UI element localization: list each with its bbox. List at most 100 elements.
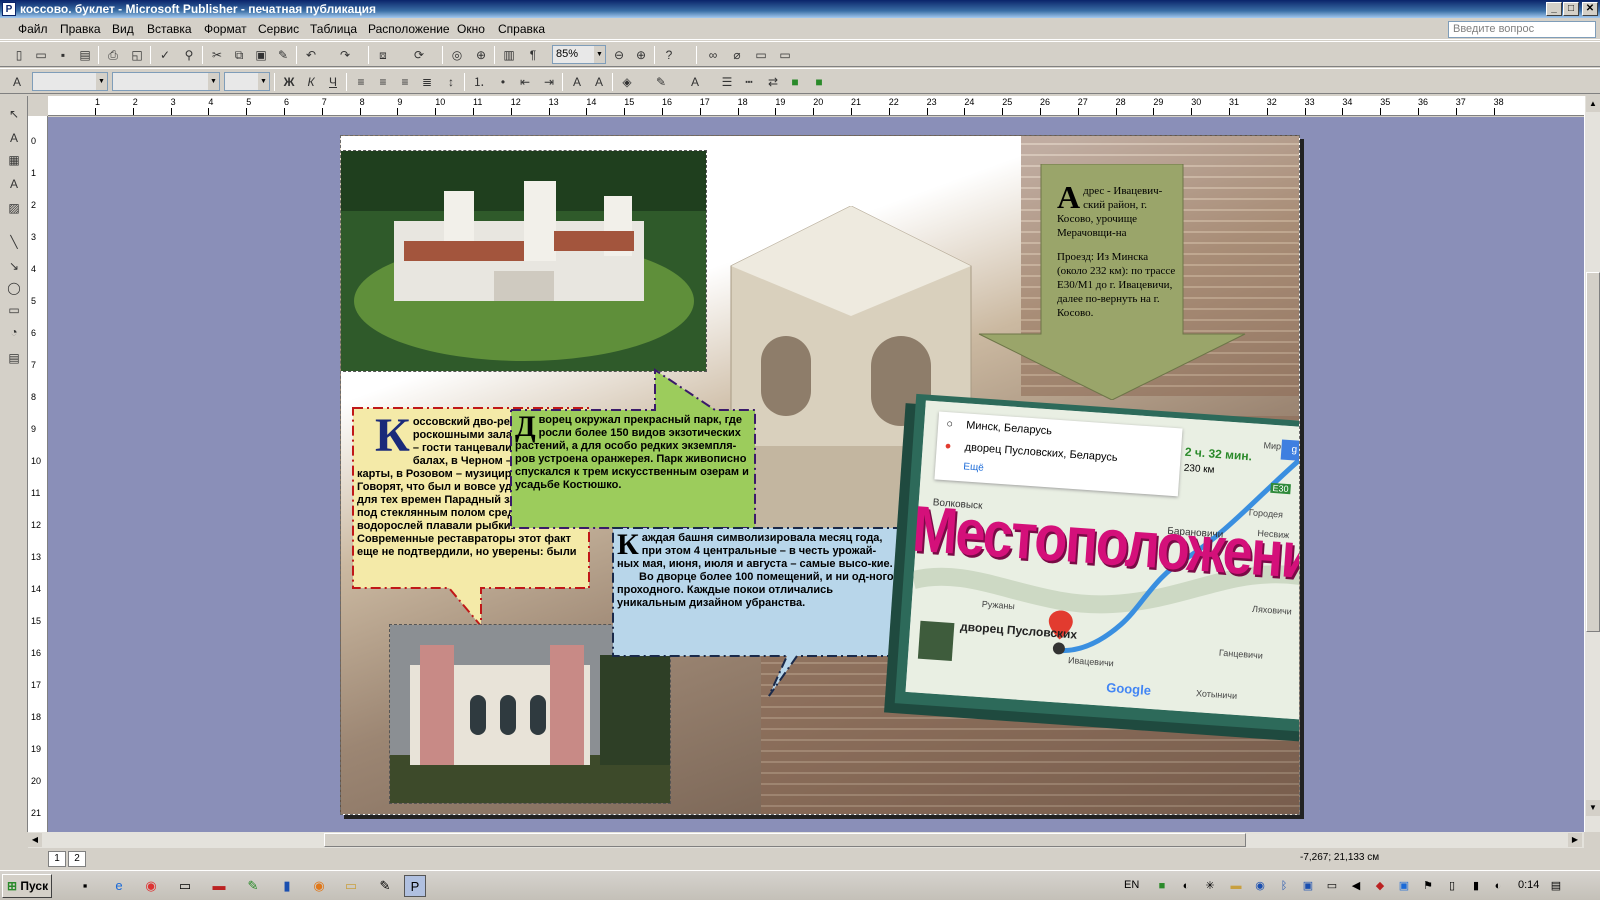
- volume-icon[interactable]: ◀: [1348, 878, 1364, 894]
- zoom-in-icon[interactable]: ⊕: [632, 46, 650, 64]
- autoshapes-tool-icon[interactable]: ◔: [4, 322, 24, 342]
- preview-icon[interactable]: ◱: [128, 46, 146, 64]
- tray-icon[interactable]: ◐: [1178, 878, 1194, 894]
- numbering-icon[interactable]: ⒈: [470, 73, 488, 91]
- copy-icon[interactable]: ⧉: [230, 46, 248, 64]
- styles-icon[interactable]: A: [8, 73, 26, 91]
- ask-question-input[interactable]: Введите вопрос: [1448, 21, 1596, 38]
- start-button[interactable]: ⊞ Пуск: [2, 874, 52, 898]
- design-gallery-icon[interactable]: ▤: [4, 348, 24, 368]
- page-tab-2[interactable]: 2: [68, 851, 86, 867]
- towers-text[interactable]: Каждая башня символизировала месяц года,…: [617, 532, 897, 650]
- research-icon[interactable]: ⚲: [180, 46, 198, 64]
- menu-tools[interactable]: Сервис: [258, 22, 299, 36]
- line-style-icon[interactable]: ☰: [718, 73, 736, 91]
- photoshop-icon[interactable]: ▮: [276, 875, 298, 897]
- 3d-style-icon[interactable]: ■: [810, 73, 828, 91]
- horizontal-ruler[interactable]: 1 2 3 4 5 6 7 8 9 10 11 12 13 14 15 16 17 18 19 20 21 22 23 24 2…: [48, 96, 1584, 116]
- bold-icon[interactable]: Ж: [280, 73, 298, 91]
- font-select[interactable]: ▼: [112, 72, 220, 91]
- decrease-indent-icon[interactable]: ⇤: [516, 73, 534, 91]
- castle-aerial-photo[interactable]: [340, 150, 707, 372]
- pilcrow-icon[interactable]: ¶: [524, 46, 542, 64]
- more-link[interactable]: Ещё: [963, 461, 984, 473]
- bring-forward-icon[interactable]: ⧈: [374, 46, 392, 64]
- tray-icon[interactable]: ✳: [1202, 878, 1218, 894]
- show-desktop-icon[interactable]: ▤: [1548, 878, 1564, 894]
- tray-icon[interactable]: ▮: [1468, 878, 1484, 894]
- style-select[interactable]: ▼: [32, 72, 108, 91]
- bullets-icon[interactable]: •: [494, 73, 512, 91]
- format-painter-icon[interactable]: ✎: [274, 46, 292, 64]
- ie-icon[interactable]: e: [108, 875, 130, 897]
- tray-icon[interactable]: ■: [1154, 878, 1170, 894]
- map-card[interactable]: ○ Минск, Беларусь ● дворец Пусловских, Б…: [894, 393, 1299, 733]
- safely-remove-icon[interactable]: ▯: [1444, 878, 1460, 894]
- vertical-ruler[interactable]: 0 1 2 3 4 5 6 7 8 9 10 11 12 13 14 15 16 17 18 19 20 21: [28, 116, 48, 832]
- destination-field[interactable]: дворец Пусловских, Беларусь: [964, 441, 1118, 464]
- insert-hyperlink-icon[interactable]: ◎: [448, 46, 466, 64]
- tray-icon[interactable]: ▣: [1396, 878, 1412, 894]
- bluetooth-icon[interactable]: ᛒ: [1276, 878, 1292, 894]
- text-box-tool-icon[interactable]: A: [4, 128, 24, 148]
- origin-field[interactable]: Минск, Беларусь: [966, 419, 1053, 437]
- tray-icon[interactable]: ▬: [1228, 878, 1244, 894]
- scroll-down-icon[interactable]: ▼: [1586, 800, 1600, 816]
- publisher-taskbar-icon[interactable]: P: [404, 875, 426, 897]
- park-text[interactable]: Дворец окружал прекрасный парк, где росл…: [515, 414, 751, 526]
- address-text[interactable]: Адрес - Ивацевич-ский район, г. Косово, …: [1057, 184, 1179, 368]
- italic-icon[interactable]: К: [302, 73, 320, 91]
- line-color-icon[interactable]: ✎: [652, 73, 670, 91]
- zoom-tool-icon[interactable]: ⊕: [472, 46, 490, 64]
- paste-icon[interactable]: ▣: [252, 46, 270, 64]
- print-preview-icon[interactable]: ▤: [76, 46, 94, 64]
- horizontal-scrollbar[interactable]: ◀ ▶: [28, 832, 1584, 848]
- print-icon[interactable]: ⎙: [104, 46, 122, 64]
- increase-font-icon[interactable]: A: [590, 73, 608, 91]
- line-spacing-icon[interactable]: ↕: [442, 73, 460, 91]
- menu-insert[interactable]: Вставка: [147, 22, 192, 36]
- flag-icon[interactable]: ⚑: [1420, 878, 1436, 894]
- folder-icon[interactable]: ▭: [340, 875, 362, 897]
- underline-icon[interactable]: Ч: [324, 73, 342, 91]
- menu-window[interactable]: Окно: [457, 22, 485, 36]
- wordart-tool-icon[interactable]: A: [4, 174, 24, 194]
- menu-arrange[interactable]: Расположение: [368, 22, 450, 36]
- tray-icon[interactable]: ◆: [1372, 878, 1388, 894]
- decrease-font-icon[interactable]: A: [568, 73, 586, 91]
- horizontal-scroll-thumb[interactable]: [324, 833, 1246, 847]
- picture-tool-icon[interactable]: ▨: [4, 198, 24, 218]
- rotate-icon[interactable]: ⟳: [410, 46, 428, 64]
- minimize-button[interactable]: _: [1546, 2, 1562, 16]
- table-tool-icon[interactable]: ▦: [4, 150, 24, 170]
- increase-indent-icon[interactable]: ⇥: [540, 73, 558, 91]
- firefox-icon[interactable]: ◉: [308, 875, 330, 897]
- menu-edit[interactable]: Правка: [60, 22, 101, 36]
- publisher-icon[interactable]: P: [2, 2, 16, 16]
- select-tool-icon[interactable]: ↖: [4, 104, 24, 124]
- undo-icon[interactable]: ↶: [302, 46, 320, 64]
- align-center-icon[interactable]: ≡: [374, 73, 392, 91]
- app-icon[interactable]: ▬: [208, 875, 230, 897]
- cmd-icon[interactable]: ▭: [174, 875, 196, 897]
- font-size-select[interactable]: ▼: [224, 72, 270, 91]
- fill-color-icon[interactable]: ◈: [618, 73, 636, 91]
- shadow-style-icon[interactable]: ■: [786, 73, 804, 91]
- tray-icon[interactable]: ◉: [1252, 878, 1268, 894]
- line-tool-icon[interactable]: ╲: [4, 232, 24, 252]
- menu-format[interactable]: Формат: [204, 22, 247, 36]
- open-icon[interactable]: ▭: [32, 46, 50, 64]
- menu-file[interactable]: Файл: [18, 22, 48, 36]
- chrome-icon[interactable]: ◉: [140, 875, 162, 897]
- cut-icon[interactable]: ✂: [208, 46, 226, 64]
- vertical-scroll-thumb[interactable]: [1586, 272, 1600, 632]
- zoom-out-icon[interactable]: ⊖: [610, 46, 628, 64]
- scroll-up-icon[interactable]: ▲: [1586, 96, 1600, 112]
- spelling-icon[interactable]: ✓: [156, 46, 174, 64]
- menu-help[interactable]: Справка: [498, 22, 545, 36]
- align-right-icon[interactable]: ≡: [396, 73, 414, 91]
- scroll-right-icon[interactable]: ▶: [1568, 833, 1582, 847]
- close-button[interactable]: ✕: [1582, 2, 1598, 16]
- tray-icon[interactable]: ◐: [1490, 878, 1506, 894]
- google-plus-badge[interactable]: g в: [1280, 439, 1299, 462]
